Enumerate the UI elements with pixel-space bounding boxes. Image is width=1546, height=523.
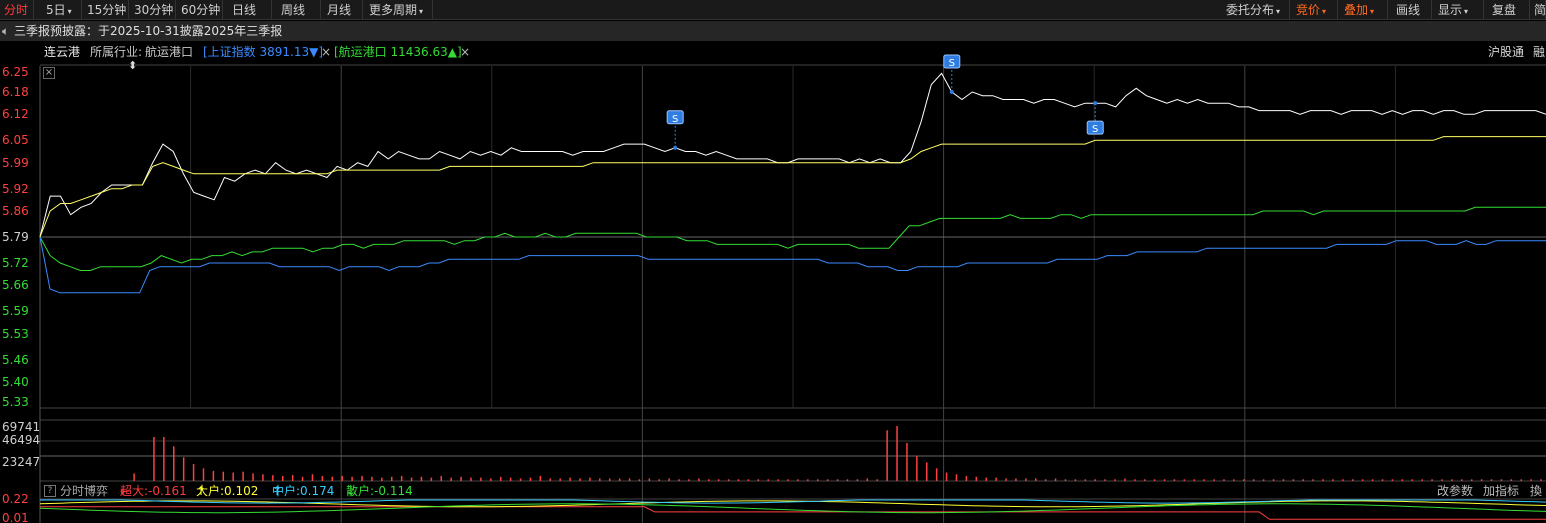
price-tick-label: 5.40: [2, 374, 29, 389]
small-flow-line: [39, 503, 1546, 514]
arrow-down-icon: ↓: [346, 484, 357, 498]
price-tick-label: 5.86: [2, 203, 29, 218]
price-tick-label: 6.05: [2, 133, 29, 148]
flow-lines: [39, 499, 1546, 520]
flow-legend-bar: ? 分时博弈 超大:-0.161 ← 大户:0.102 ↑ 中户:0.174 ↑ 散户…: [44, 483, 1546, 499]
intraday-chart[interactable]: S S S: [0, 0, 1546, 523]
super-flow-line: [40, 506, 1546, 520]
trade-marker-label: S: [672, 114, 678, 125]
volume-tick-label: 23247: [2, 455, 41, 469]
price-tick-label: 5.92: [2, 181, 29, 196]
price-tick-label: 6.25: [2, 65, 29, 79]
price-tick-label: 5.59: [2, 304, 29, 319]
flow-title[interactable]: 分时博弈: [60, 483, 108, 499]
flow-tick-label: 0.22: [2, 492, 29, 506]
add-indicator-button[interactable]: 加指标: [1483, 483, 1519, 499]
chart-close-icon[interactable]: ×: [43, 67, 55, 79]
price-tick-label: 5.72: [2, 256, 29, 271]
arrow-left-icon: ←: [120, 484, 131, 498]
switch-button[interactable]: 換: [1530, 483, 1542, 499]
trade-markers: S S S: [666, 54, 1104, 150]
price-tick-label: 5.46: [2, 352, 29, 367]
resize-handle-icon[interactable]: ⬍: [128, 59, 137, 72]
chart-grid: [39, 64, 1546, 523]
marker-dot: [673, 145, 678, 150]
trade-marker-label: S: [1092, 124, 1098, 135]
price-tick-label: 5.99: [2, 155, 29, 170]
volume-bars: [133, 426, 1542, 481]
price-tick-label: 6.12: [2, 107, 29, 122]
marker-dot: [949, 90, 954, 95]
marker-dot: [1093, 101, 1098, 106]
price-tick-label: 5.53: [2, 326, 29, 341]
flow-tick-label: 0.01: [2, 511, 29, 523]
arrow-up-icon: ↑: [272, 484, 283, 498]
help-icon[interactable]: ?: [44, 485, 56, 497]
price-tick-label: 5.33: [2, 395, 29, 409]
arrow-up-icon: ↑: [196, 484, 207, 498]
price-tick-label: 5.79: [2, 230, 29, 244]
price-tick-label: 6.18: [2, 85, 29, 100]
volume-tick-label: 46494: [2, 433, 41, 447]
price-tick-label: 5.66: [2, 278, 29, 293]
volume-tick-label: 69741: [2, 420, 41, 434]
change-params-button[interactable]: 改参数: [1437, 483, 1473, 499]
trade-marker-label: S: [949, 58, 955, 69]
